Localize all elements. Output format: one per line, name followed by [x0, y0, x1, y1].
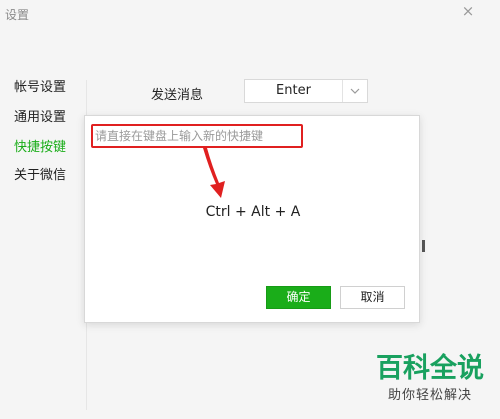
watermark-subtitle: 助你轻松解决 — [387, 388, 472, 403]
confirm-button[interactable]: 确定 — [266, 286, 331, 309]
close-button[interactable]: × — [458, 2, 478, 20]
watermark-title: 百科全说 — [376, 353, 484, 384]
send-message-select[interactable]: Enter — [244, 79, 368, 103]
sidebar-item-about[interactable]: 关于微信 — [14, 164, 66, 183]
chevron-down-icon[interactable] — [343, 80, 367, 102]
shortcut-hint-input[interactable]: 请直接在键盘上输入新的快捷键 — [91, 124, 303, 148]
settings-window: 设置 × 帐号设置 通用设置 快捷按键 关于微信 发送消息 Enter 请直接在… — [0, 0, 500, 419]
cancel-button[interactable]: 取消 — [340, 286, 405, 309]
close-icon: × — [461, 2, 475, 20]
red-arrow-annotation-icon — [203, 148, 225, 198]
sidebar-item-general[interactable]: 通用设置 — [14, 106, 66, 125]
window-title: 设置 — [5, 8, 30, 22]
watermark-logo: 百科全说 助你轻松解决 — [366, 352, 494, 414]
shortcut-dialog: 请直接在键盘上输入新的快捷键 Ctrl + Alt + A 确定 取消 — [84, 115, 420, 323]
sidebar-item-shortcuts[interactable]: 快捷按键 — [14, 136, 66, 155]
send-message-value: Enter — [245, 80, 343, 102]
send-message-label: 发送消息 — [151, 88, 204, 103]
sidebar-item-account[interactable]: 帐号设置 — [14, 76, 66, 95]
shortcut-display: Ctrl + Alt + A — [205, 204, 301, 220]
hidden-control-edge — [422, 240, 425, 252]
